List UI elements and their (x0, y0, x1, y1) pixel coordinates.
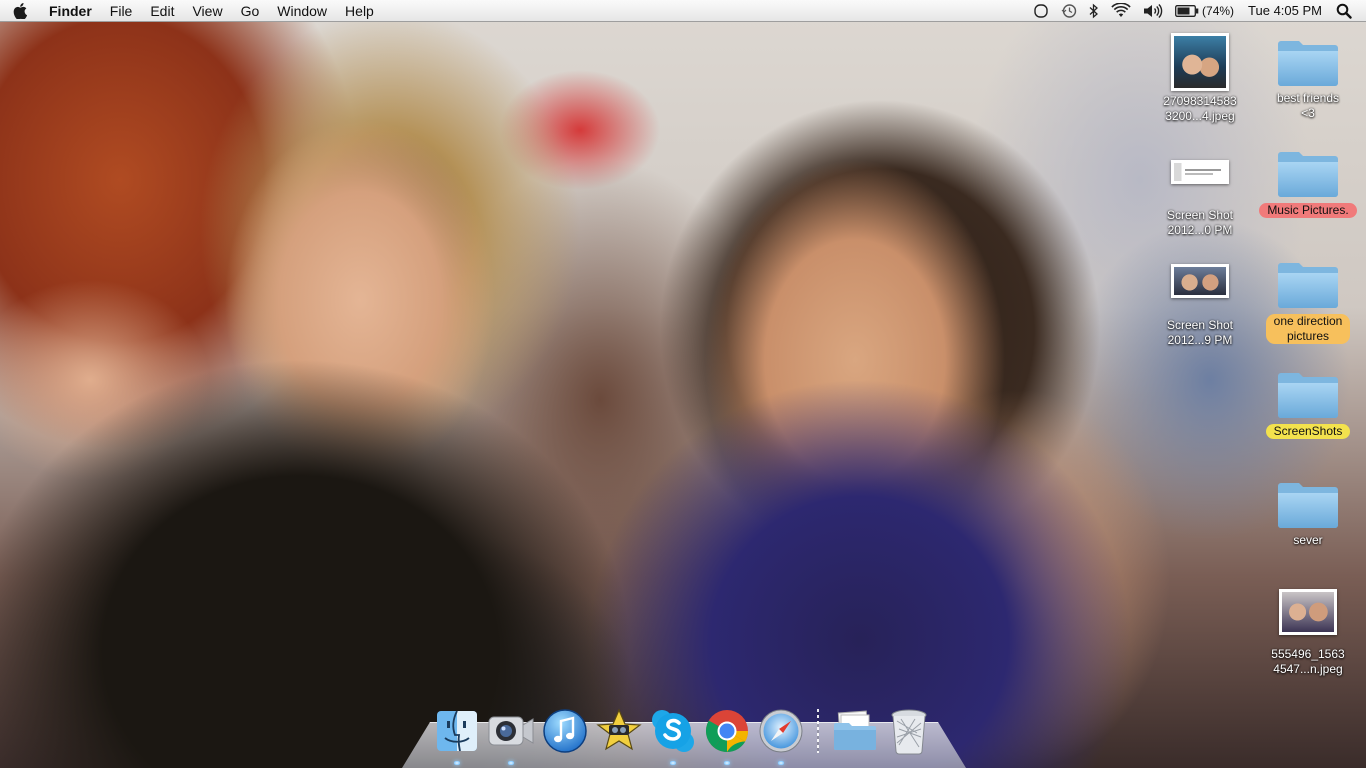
running-indicator (508, 761, 514, 765)
menu-view[interactable]: View (183, 0, 231, 22)
finder-icon[interactable] (432, 706, 482, 765)
image-thumbnail (1171, 264, 1229, 298)
volume-icon[interactable] (1137, 0, 1169, 22)
folder-icon (1278, 263, 1338, 308)
running-indicator (724, 761, 730, 765)
apple-icon[interactable] (0, 2, 40, 19)
desktop-item-label: 555496_1563 4547...n.jpeg (1271, 647, 1345, 676)
folder-icon (1278, 152, 1338, 197)
documents-stack-icon[interactable] (830, 706, 880, 756)
safari-icon[interactable] (756, 706, 806, 765)
battery-percent: (74%) (1202, 4, 1235, 18)
desktop-folder-screenshots[interactable]: ScreenShots (1250, 366, 1366, 439)
dock-separator (817, 709, 819, 753)
image-thumbnail (1171, 160, 1229, 184)
desktop-folder-music-pictures[interactable]: Music Pictures. (1250, 145, 1366, 218)
menu-bar: Finder File Edit View Go Window Help (74… (0, 0, 1366, 22)
desktop-item-label-tagged-red: Music Pictures. (1259, 203, 1357, 218)
battery-status[interactable]: (74%) (1169, 0, 1240, 22)
desktop-item-label: sever (1293, 533, 1323, 547)
trash-icon[interactable] (884, 706, 934, 756)
menu-file[interactable]: File (101, 0, 142, 22)
desktop-folder-best-friends[interactable]: best friends <3 (1263, 34, 1353, 121)
desktop-file-jpeg-1[interactable]: 27098314583 3200...4.jpeg (1155, 33, 1245, 124)
desktop-screenshot-1[interactable]: Screen Shot 2012...0 PM (1155, 158, 1245, 238)
bluetooth-icon[interactable] (1083, 0, 1105, 22)
menu-edit[interactable]: Edit (141, 0, 183, 22)
menu-window[interactable]: Window (268, 0, 336, 22)
running-indicator (454, 761, 460, 765)
folder-icon (1278, 373, 1338, 418)
desktop-screenshot-2[interactable]: Screen Shot 2012...9 PM (1155, 264, 1245, 348)
time-machine-icon[interactable] (1055, 0, 1083, 22)
spotlight-search-icon[interactable] (1330, 0, 1366, 22)
wifi-icon[interactable] (1105, 0, 1137, 22)
menu-go[interactable]: Go (232, 0, 269, 22)
skype-icon[interactable] (648, 706, 698, 765)
menu-app-finder[interactable]: Finder (40, 0, 101, 22)
image-thumbnail (1279, 589, 1337, 635)
skype-status-icon[interactable] (1027, 0, 1055, 22)
menu-bar-left: Finder File Edit View Go Window Help (0, 0, 383, 22)
desktop-item-label: Screen Shot 2012...9 PM (1166, 318, 1234, 347)
desktop-item-label-tagged-orange: one direction pictures (1265, 314, 1351, 344)
dock (430, 698, 936, 765)
screen: Finder File Edit View Go Window Help (74… (0, 0, 1366, 768)
image-thumbnail (1171, 33, 1229, 91)
folder-icon (1278, 483, 1338, 528)
running-indicator (670, 761, 676, 765)
folder-icon (1278, 41, 1338, 86)
photo-booth-icon[interactable] (486, 706, 536, 765)
chrome-icon[interactable] (702, 706, 752, 765)
desktop-item-label: Screen Shot 2012...0 PM (1166, 208, 1234, 237)
itunes-icon[interactable] (540, 706, 590, 756)
running-indicator (778, 761, 784, 765)
imovie-icon[interactable] (594, 706, 644, 756)
menu-clock[interactable]: Tue 4:05 PM (1240, 0, 1330, 22)
desktop-file-jpeg-2[interactable]: 555496_1563 4547...n.jpeg (1263, 589, 1353, 677)
desktop-item-label: best friends <3 (1276, 91, 1340, 120)
desktop-item-label: 27098314583 3200...4.jpeg (1163, 94, 1237, 123)
menu-help[interactable]: Help (336, 0, 383, 22)
desktop-folder-one-direction-pictures[interactable]: one direction pictures (1250, 256, 1366, 344)
battery-icon (1175, 5, 1199, 17)
desktop-item-label-tagged-yellow: ScreenShots (1265, 424, 1351, 439)
menu-bar-status-area: (74%) Tue 4:05 PM (1027, 0, 1366, 22)
desktop-folder-sever[interactable]: sever (1263, 476, 1353, 548)
